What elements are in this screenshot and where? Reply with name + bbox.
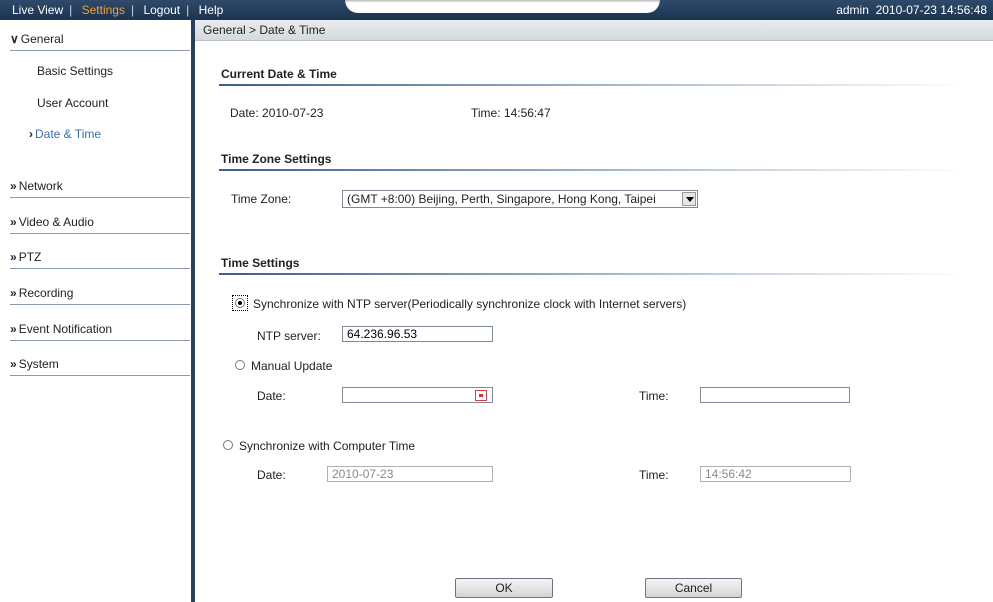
calendar-icon[interactable] bbox=[475, 390, 487, 401]
top-navigation-bar: Live View | Settings | Logout | Help admin … bbox=[0, 0, 993, 20]
current-time: Time: 14:56:47 bbox=[471, 106, 551, 120]
section-heading-timezone: Time Zone Settings bbox=[221, 152, 332, 166]
nav-live-view[interactable]: Live View bbox=[12, 3, 63, 17]
section-heading-time-settings: Time Settings bbox=[221, 256, 300, 270]
double-chevron-right-icon: » bbox=[10, 179, 17, 193]
top-nav: Live View | Settings | Logout | Help bbox=[8, 3, 227, 17]
sidebar-section-video-audio[interactable]: » Video & Audio bbox=[10, 215, 190, 234]
breadcrumb: General > Date & Time bbox=[195, 20, 993, 41]
ntp-server-label: NTP server: bbox=[257, 329, 321, 343]
manual-date-input[interactable] bbox=[342, 387, 493, 403]
section-heading-current: Current Date & Time bbox=[221, 67, 337, 81]
manual-date-label: Date: bbox=[257, 389, 286, 403]
ntp-server-input[interactable] bbox=[342, 326, 493, 342]
ok-button[interactable]: OK bbox=[455, 578, 553, 598]
section-divider bbox=[219, 273, 969, 275]
top-tab-notch bbox=[345, 0, 660, 13]
main-panel: General > Date & Time Current Date & Tim… bbox=[195, 20, 993, 602]
computer-date-label: Date: bbox=[257, 468, 286, 482]
timezone-select[interactable]: (GMT +8:00) Beijing, Perth, Singapore, H… bbox=[342, 190, 698, 208]
double-chevron-right-icon: » bbox=[10, 286, 17, 300]
system-datetime: 2010-07-23 14:56:48 bbox=[875, 3, 987, 17]
ntp-radio[interactable] bbox=[235, 298, 245, 308]
computer-time-label: Synchronize with Computer Time bbox=[239, 439, 416, 453]
nav-help[interactable]: Help bbox=[199, 3, 224, 17]
nav-separator: | bbox=[69, 3, 73, 17]
sidebar-section-label: Recording bbox=[18, 286, 74, 300]
computer-date-input bbox=[327, 466, 493, 482]
computer-time-input bbox=[700, 466, 851, 482]
user-status: admin 2010-07-23 14:56:48 bbox=[836, 3, 987, 17]
current-date-value: 2010-07-23 bbox=[262, 106, 324, 120]
username: admin bbox=[836, 3, 869, 17]
sidebar-item-basic-settings[interactable]: Basic Settings bbox=[37, 64, 113, 78]
section-divider bbox=[219, 84, 969, 86]
manual-time-input[interactable] bbox=[700, 387, 850, 403]
computer-time-field-label: Time: bbox=[639, 468, 669, 482]
cancel-button[interactable]: Cancel bbox=[645, 578, 742, 598]
sidebar-section-event-notification[interactable]: » Event Notification bbox=[10, 322, 190, 341]
current-time-label: Time: bbox=[471, 106, 501, 120]
chevron-down-icon[interactable] bbox=[682, 192, 696, 206]
sidebar-item-date-time[interactable]: › Date & Time bbox=[29, 127, 101, 141]
sidebar-item-label: Date & Time bbox=[35, 127, 102, 141]
current-date: Date: 2010-07-23 bbox=[230, 106, 323, 120]
ntp-option-label: Synchronize with NTP server(Periodically… bbox=[253, 297, 687, 311]
timezone-label: Time Zone: bbox=[231, 192, 292, 206]
sidebar-section-ptz[interactable]: » PTZ bbox=[10, 250, 190, 269]
sidebar-section-label: General bbox=[20, 32, 64, 46]
double-chevron-right-icon: » bbox=[10, 215, 17, 229]
double-chevron-right-icon: » bbox=[10, 357, 17, 371]
sidebar-section-label: System bbox=[18, 357, 59, 371]
double-chevron-right-icon: » bbox=[10, 322, 17, 336]
sidebar-section-general[interactable]: ∨ General bbox=[10, 32, 190, 51]
manual-update-radio[interactable] bbox=[235, 360, 245, 370]
breadcrumb-text: General > Date & Time bbox=[203, 23, 326, 37]
sidebar-item-user-account[interactable]: User Account bbox=[37, 96, 108, 110]
sidebar-section-label: Event Notification bbox=[18, 322, 113, 336]
double-chevron-down-icon: ∨ bbox=[10, 32, 19, 46]
sidebar-section-label: Network bbox=[18, 179, 63, 193]
section-divider bbox=[219, 169, 969, 171]
manual-update-label: Manual Update bbox=[251, 359, 333, 373]
double-chevron-right-icon: » bbox=[10, 250, 17, 264]
chevron-right-icon: › bbox=[29, 127, 33, 141]
nav-settings[interactable]: Settings bbox=[82, 3, 125, 17]
nav-logout[interactable]: Logout bbox=[143, 3, 180, 17]
computer-time-radio[interactable] bbox=[223, 440, 233, 450]
current-time-value: 14:56:47 bbox=[503, 106, 551, 120]
sidebar: ∨ General Basic Settings User Account › Da… bbox=[0, 20, 191, 602]
manual-time-label: Time: bbox=[639, 389, 669, 403]
sidebar-section-recording[interactable]: » Recording bbox=[10, 286, 190, 305]
nav-separator: | bbox=[130, 3, 135, 17]
sidebar-section-network[interactable]: » Network bbox=[10, 179, 190, 198]
nav-separator: | bbox=[186, 3, 190, 17]
timezone-selected-value: (GMT +8:00) Beijing, Perth, Singapore, H… bbox=[347, 192, 656, 206]
sidebar-section-system[interactable]: » System bbox=[10, 357, 190, 376]
current-date-label: Date: bbox=[230, 106, 259, 120]
sidebar-section-label: PTZ bbox=[18, 250, 42, 264]
sidebar-section-label: Video & Audio bbox=[18, 215, 94, 229]
